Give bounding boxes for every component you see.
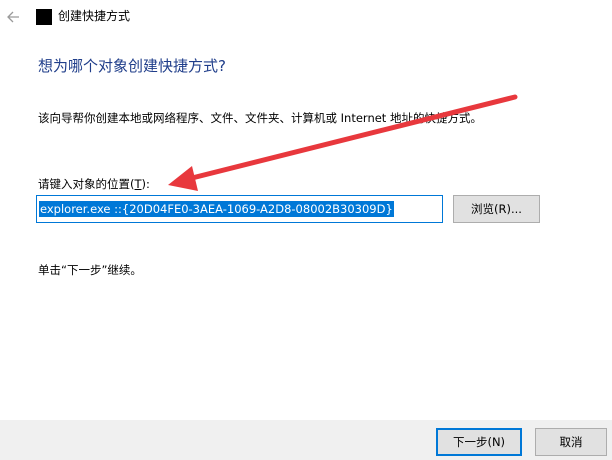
page-heading: 想为哪个对象创建快捷方式? <box>38 57 226 75</box>
arrow-left-icon <box>7 11 19 23</box>
wizard-description: 该向导帮你创建本地或网络程序、文件、文件夹、计算机或 Internet 地址的快… <box>38 111 482 125</box>
title-bar: 创建快捷方式 <box>0 0 612 34</box>
browse-button[interactable]: 浏览(R)... <box>453 195 540 223</box>
continue-hint: 单击“下一步”继续。 <box>38 263 142 277</box>
shortcut-app-icon <box>36 9 52 25</box>
location-input-value[interactable]: explorer.exe ::{20D04FE0-3AEA-1069-A2D8-… <box>39 201 394 217</box>
cancel-button[interactable]: 取消 <box>535 428 607 456</box>
location-label-accesskey: T <box>134 177 142 191</box>
location-input[interactable]: explorer.exe ::{20D04FE0-3AEA-1069-A2D8-… <box>36 195 443 223</box>
back-button[interactable] <box>4 8 24 26</box>
location-label: 请键入对象的位置(T): <box>38 177 150 191</box>
window-title: 创建快捷方式 <box>58 9 131 23</box>
next-button[interactable]: 下一步(N) <box>436 428 522 456</box>
